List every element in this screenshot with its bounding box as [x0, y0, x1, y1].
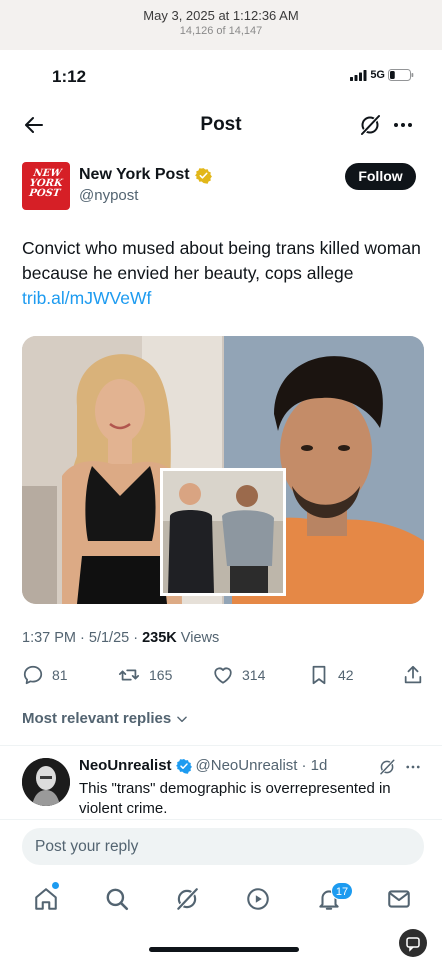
repost-count: 165 — [149, 667, 173, 683]
signal-icon — [350, 69, 367, 81]
nypost-logo[interactable]: NEW YORK POST — [22, 162, 70, 210]
repost-action[interactable]: 165 — [117, 664, 172, 686]
views-count: 235K — [142, 630, 177, 646]
reply-icon — [23, 665, 43, 685]
repost-icon — [118, 669, 140, 681]
video-icon[interactable] — [245, 886, 271, 912]
reply-input[interactable] — [22, 828, 424, 865]
home-indicator[interactable] — [149, 947, 299, 952]
logo-text: NEW YORK POST — [28, 168, 64, 199]
more-options-icon[interactable] — [391, 113, 415, 137]
bookmark-action[interactable]: 42 — [308, 664, 354, 686]
share-icon — [404, 665, 422, 684]
floating-action-button[interactable] — [399, 929, 427, 957]
gold-verified-badge-icon — [194, 167, 212, 184]
notifications-badge: 17 — [331, 882, 353, 900]
news-photo-collage — [22, 336, 424, 604]
chevron-down-icon — [177, 716, 188, 722]
replies-sort-toggle[interactable]: Most relevant replies — [22, 710, 189, 727]
post-time: 1:37 PM — [22, 630, 76, 646]
like-action[interactable]: 314 — [212, 664, 265, 686]
reply-time: · 1d — [301, 757, 328, 774]
avatar-image — [22, 758, 70, 806]
battery-icon — [388, 69, 414, 81]
chat-icon — [406, 937, 420, 952]
divider — [0, 819, 442, 820]
views-label: Views — [176, 630, 220, 646]
replies-sort-label: Most relevant replies — [22, 710, 172, 727]
network-label: 5G — [370, 69, 385, 81]
reply-author-name[interactable]: NeoUnrealist — [79, 757, 172, 774]
divider — [0, 745, 442, 746]
post-date: 5/1/25 — [88, 630, 130, 646]
reply-count: 81 — [52, 667, 68, 683]
bookmark-count: 42 — [338, 667, 354, 683]
author-name[interactable]: New York Post — [79, 166, 190, 184]
reply-composer[interactable] — [22, 828, 424, 865]
reply-author-handle[interactable]: @NeoUnrealist — [196, 757, 298, 774]
status-indicators: 5G — [350, 69, 414, 81]
reply-item[interactable]: NeoUnrealist @NeoUnrealist · 1d This "tr… — [0, 750, 442, 820]
post-author: NEW YORK POST New York Post @nypost Foll… — [0, 160, 442, 216]
post-text: Convict who mused about being trans kill… — [22, 236, 422, 311]
reply-action[interactable]: 81 — [22, 664, 68, 686]
photo-count: 14,126 of 14,147 — [179, 25, 263, 37]
author-name-row: New York Post — [79, 166, 212, 184]
post-media[interactable] — [22, 336, 424, 604]
bookmark-icon — [312, 665, 326, 685]
home-new-dot — [52, 882, 59, 889]
action-bar: 81 165 314 42 — [0, 662, 442, 692]
verified-badge-icon — [175, 758, 192, 774]
grok-icon[interactable] — [174, 886, 200, 912]
tab-bar — [0, 876, 442, 922]
messages-icon[interactable] — [386, 886, 412, 912]
share-action[interactable] — [402, 664, 424, 686]
like-count: 314 — [242, 667, 266, 683]
reply-header: NeoUnrealist @NeoUnrealist · 1d — [79, 757, 327, 774]
avatar[interactable] — [22, 758, 70, 806]
post-meta: 1:37 PM · 5/1/25 · 235K Views — [22, 630, 220, 646]
home-icon[interactable] — [33, 886, 59, 912]
follow-button[interactable]: Follow — [345, 163, 416, 190]
heart-icon — [214, 667, 232, 684]
status-bar: 1:12 5G — [0, 50, 442, 102]
grok-icon[interactable] — [358, 113, 382, 137]
photo-date: May 3, 2025 at 1:12:36 AM — [143, 8, 299, 23]
status-time: 1:12 — [52, 67, 87, 86]
post-body: Convict who mused about being trans kill… — [22, 238, 421, 283]
post-link[interactable]: trib.al/mJWVeWf — [22, 288, 151, 308]
author-handle[interactable]: @nypost — [79, 187, 138, 204]
nav-bar: Post — [0, 102, 442, 148]
photos-header: May 3, 2025 at 1:12:36 AM 14,126 of 14,1… — [0, 0, 442, 50]
search-icon[interactable] — [104, 886, 130, 912]
reply-text: This "trans" demographic is overrepresen… — [79, 780, 391, 817]
more-options-icon[interactable] — [404, 758, 422, 776]
grok-icon[interactable] — [378, 758, 396, 776]
